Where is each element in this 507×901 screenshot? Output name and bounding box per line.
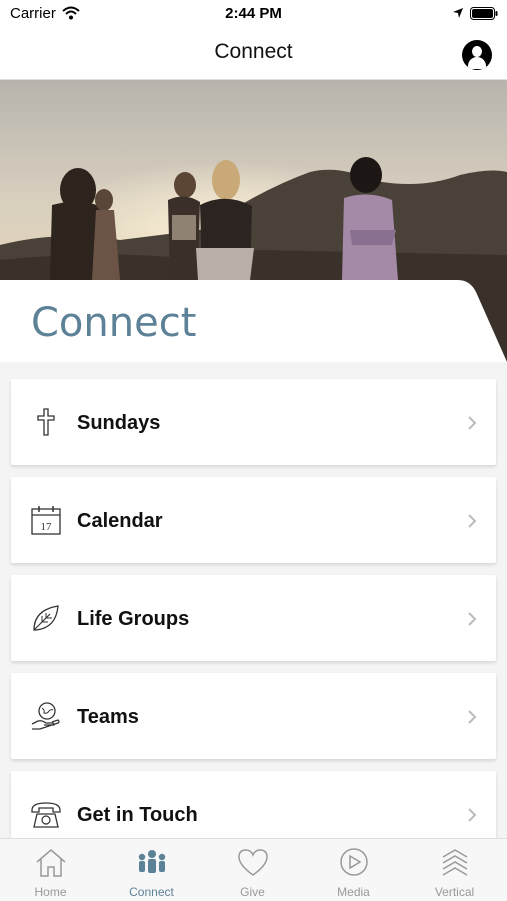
- tab-vertical[interactable]: Vertical: [404, 839, 505, 901]
- status-time: 2:44 PM: [225, 5, 282, 22]
- tab-label: Media: [337, 885, 370, 899]
- chevron-right-icon: [468, 612, 477, 626]
- chevrons-up-icon: [442, 849, 468, 876]
- tab-home[interactable]: Home: [0, 839, 101, 901]
- menu-item-label: Calendar: [77, 510, 163, 532]
- people-icon: [138, 850, 166, 873]
- battery-icon: [470, 7, 498, 20]
- tab-media[interactable]: Media: [303, 839, 404, 901]
- leaf-icon: [33, 605, 59, 631]
- menu-item-label: Teams: [77, 706, 139, 728]
- calendar-day: 17: [41, 521, 53, 533]
- menu-item-label: Life Groups: [77, 608, 190, 630]
- menu-item-sundays[interactable]: Sundays: [11, 379, 496, 465]
- chevron-right-icon: [468, 808, 477, 822]
- chevron-right-icon: [468, 514, 477, 528]
- tab-bar: Home Connect Give Media Vertical: [0, 838, 507, 901]
- tab-label: Give: [240, 885, 265, 899]
- telephone-icon: [31, 802, 61, 828]
- menu-item-label: Get in Touch: [77, 804, 198, 826]
- chevron-right-icon: [468, 416, 477, 430]
- hand-globe-icon: [31, 702, 60, 730]
- location-arrow-icon: [453, 8, 463, 18]
- tab-connect[interactable]: Connect: [101, 839, 202, 901]
- play-circle-icon: [340, 848, 368, 876]
- hero-image: [0, 80, 507, 280]
- menu-item-life-groups[interactable]: Life Groups: [11, 575, 496, 661]
- home-icon: [36, 849, 66, 877]
- menu-item-teams[interactable]: Teams: [11, 673, 496, 759]
- cross-icon: [37, 408, 55, 436]
- profile-icon[interactable]: [462, 40, 492, 70]
- navigation-bar: Connect: [0, 28, 507, 80]
- tab-label: Vertical: [434, 885, 475, 899]
- status-bar: Carrier 2:44 PM: [0, 0, 507, 28]
- tab-give[interactable]: Give: [202, 839, 303, 901]
- heart-icon: [238, 849, 268, 876]
- menu-item-label: Sundays: [77, 412, 161, 434]
- page-heading: Connect: [31, 300, 197, 346]
- chevron-right-icon: [468, 710, 477, 724]
- calendar-icon: 17: [31, 506, 61, 535]
- menu-item-calendar[interactable]: 17 Calendar: [11, 477, 496, 563]
- tab-label: Connect: [129, 885, 174, 899]
- nav-title: Connect: [214, 40, 293, 63]
- tab-label: Home: [34, 885, 67, 899]
